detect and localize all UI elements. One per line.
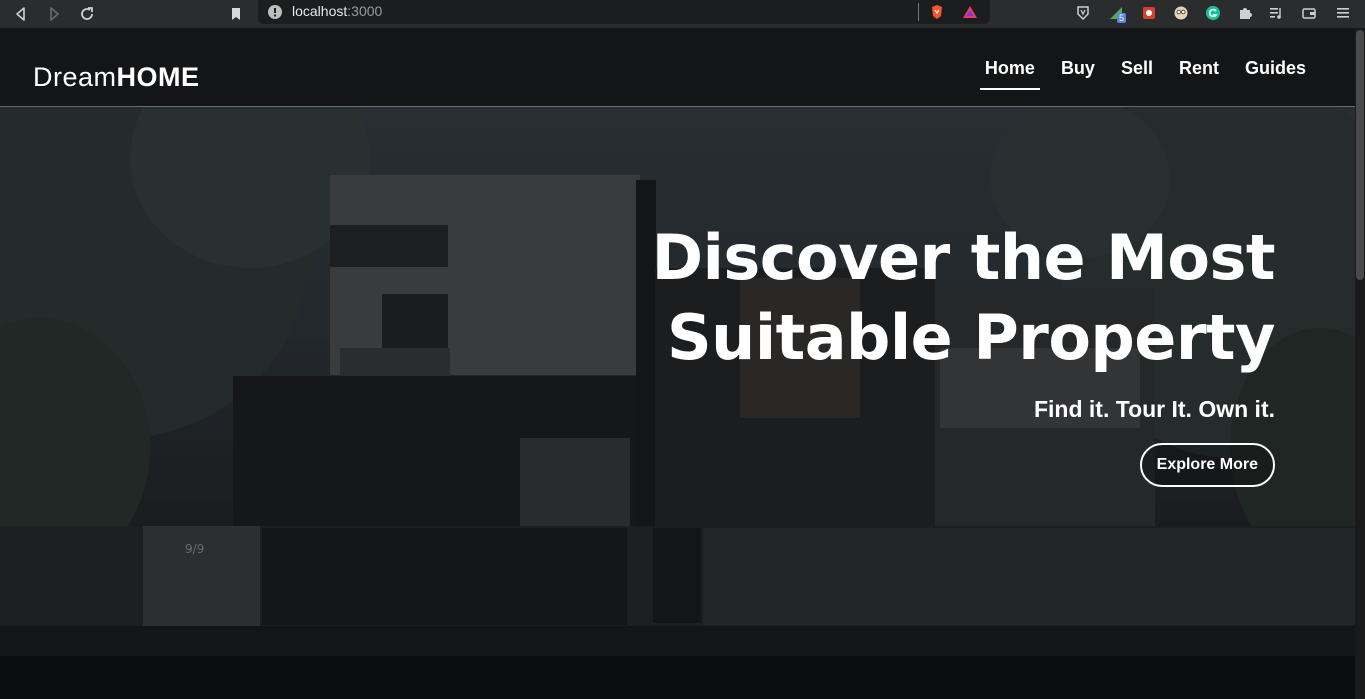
nav-sell[interactable]: Sell <box>1108 58 1166 79</box>
vpn-shield-icon[interactable] <box>1074 4 1092 22</box>
nav-home[interactable]: Home <box>972 58 1048 90</box>
tab-counter-icon[interactable]: 5 <box>1107 4 1127 23</box>
back-icon[interactable] <box>10 3 32 25</box>
browser-toolbar: localhost:3000 5 <box>0 0 1365 28</box>
hero-content: Discover the Most Suitable Property Find… <box>651 218 1276 487</box>
extension-badge: 5 <box>1117 13 1127 23</box>
hero-subheadline: Find it. Tour It. Own it. <box>1033 396 1275 422</box>
brave-shield-icon[interactable] <box>928 3 946 21</box>
brave-rewards-icon[interactable] <box>961 3 979 21</box>
hero-headline: Discover the Most Suitable Property <box>651 218 1276 378</box>
scrollbar-thumb[interactable] <box>1356 30 1364 280</box>
nav-rent[interactable]: Rent <box>1166 58 1232 79</box>
extensions-puzzle-icon[interactable] <box>1236 4 1254 22</box>
brand-logo-light: Dream <box>33 62 117 92</box>
url-text: localhost:3000 <box>292 3 383 19</box>
bookmark-icon[interactable] <box>225 3 247 25</box>
face-extension-icon[interactable] <box>1172 4 1190 22</box>
forward-icon[interactable] <box>43 3 65 25</box>
puzzle-red-icon[interactable] <box>1140 4 1158 22</box>
brand-logo[interactable]: DreamHOME <box>33 62 200 93</box>
menu-icon[interactable] <box>1334 4 1352 22</box>
playlist-icon[interactable] <box>1267 4 1285 22</box>
hero-headline-line1: Discover the Most <box>651 221 1276 294</box>
explore-more-button[interactable]: Explore More <box>1139 443 1275 487</box>
nav-guides[interactable]: Guides <box>1232 58 1319 79</box>
brand-logo-bold: HOME <box>116 62 200 92</box>
nav-links: Home Buy Sell Rent Guides <box>972 58 1319 90</box>
address-bar[interactable]: localhost:3000 <box>258 0 990 24</box>
reload-icon[interactable] <box>76 3 98 25</box>
nav-buy[interactable]: Buy <box>1048 58 1108 79</box>
hero-headline-line2: Suitable Property <box>667 301 1275 374</box>
wallet-icon[interactable] <box>1300 4 1318 22</box>
site-info-icon[interactable] <box>266 3 284 21</box>
gate-number: 9/9 <box>185 542 204 556</box>
site-navbar: DreamHOME Home Buy Sell Rent Guides <box>0 28 1355 107</box>
grammarly-icon[interactable] <box>1204 4 1222 22</box>
address-divider <box>918 3 919 21</box>
